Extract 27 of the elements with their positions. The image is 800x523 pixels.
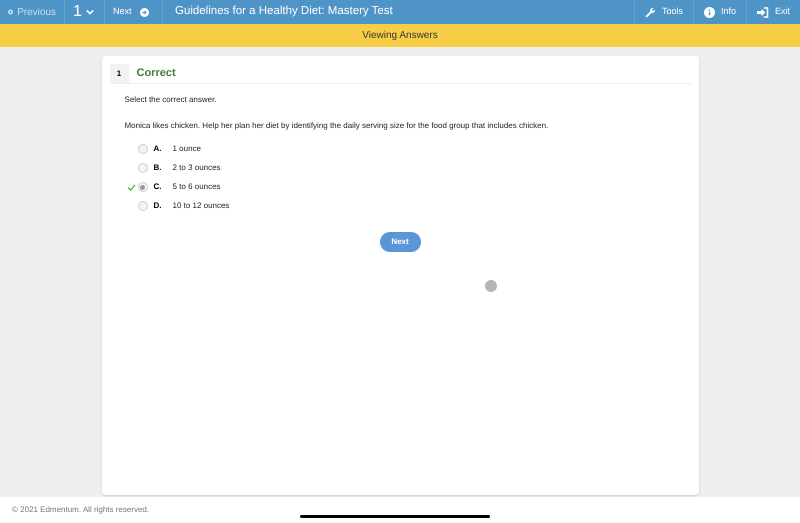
plus-circle-icon — [8, 8, 14, 16]
test-title: Guidelines for a Healthy Diet: Mastery Test — [174, 4, 394, 20]
info-icon — [704, 6, 715, 18]
footer: © 2021 Edmentum. All rights reserved. — [0, 497, 800, 523]
choice-letter: D. — [154, 200, 162, 212]
result-heading: Correct — [136, 66, 176, 82]
choice-text: 1 ounce — [172, 143, 201, 155]
exit-icon — [756, 6, 769, 18]
choice-text: 10 to 12 ounces — [172, 200, 230, 212]
checkmark-icon — [126, 184, 136, 190]
choice-letter: C. — [154, 181, 162, 193]
arrow-circle-icon — [140, 8, 149, 16]
radio-button[interactable] — [138, 163, 148, 173]
wrench-icon — [644, 6, 656, 18]
choice-letter: A. — [154, 143, 162, 155]
status-banner: Viewing Answers — [0, 24, 800, 47]
question-text: Monica likes chicken. Help her plan her diet by identifying the daily serving size for the food group that includes chicken. — [124, 120, 550, 132]
chevron-down-icon — [86, 9, 94, 15]
radio-button[interactable] — [138, 182, 148, 192]
radio-button[interactable] — [138, 201, 148, 211]
instruction-text: Select the correct answer. — [124, 94, 218, 106]
next-button[interactable]: Next — [380, 232, 420, 252]
radio-button[interactable] — [138, 144, 148, 154]
choice-text: 2 to 3 ounces — [172, 162, 221, 174]
choice-letter: B. — [154, 162, 162, 174]
choice-text: 5 to 6 ounces — [172, 181, 221, 193]
question-number: 1 — [110, 64, 128, 83]
